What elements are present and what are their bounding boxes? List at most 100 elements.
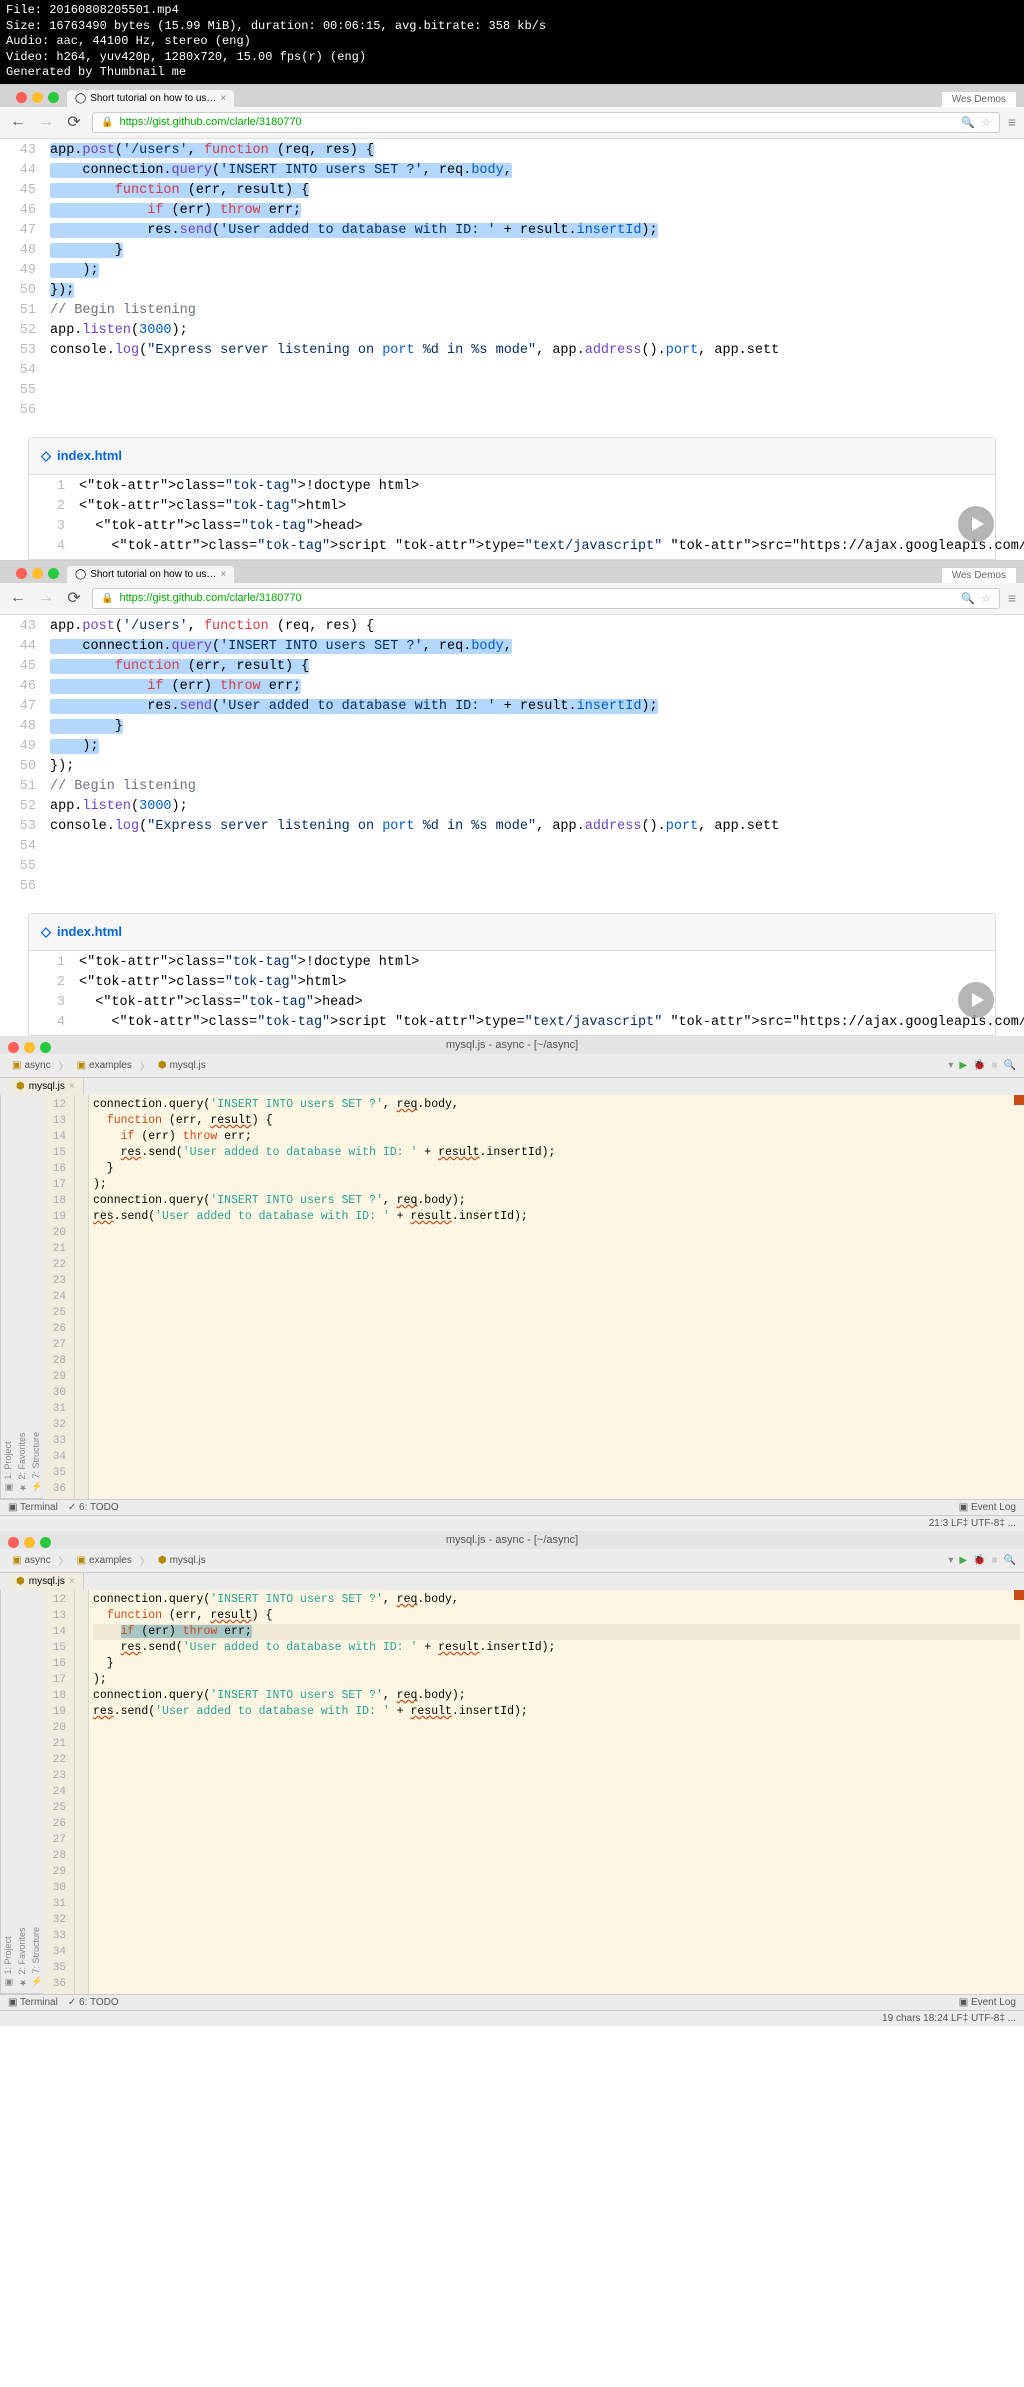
ide-tab[interactable]: ⬢ mysql.js × xyxy=(8,1573,84,1590)
reload-button[interactable]: ⟳ xyxy=(64,588,84,608)
star-icon[interactable]: ☆ xyxy=(981,592,991,605)
stop-icon[interactable]: ■ xyxy=(992,1555,998,1566)
close-window-icon[interactable] xyxy=(16,92,27,103)
code-block-1: 4344454647484950515253545556 app.post('/… xyxy=(0,615,1024,899)
todo-tab[interactable]: ✓ 6: TODO xyxy=(68,1502,119,1513)
window-controls xyxy=(8,88,67,107)
video-metadata-header: File: 20160808205501.mp4 Size: 16763490 … xyxy=(0,0,1024,84)
browser-tab[interactable]: ◯ Short tutorial on how to us… × xyxy=(67,566,234,583)
file-header[interactable]: ◇ index.html xyxy=(28,437,996,475)
js-icon: ⬢ xyxy=(16,1081,25,1092)
menu-icon[interactable]: ≡ xyxy=(1008,590,1016,606)
code-content[interactable]: app.post('/users', function (req, res) {… xyxy=(50,139,1024,423)
play-button[interactable] xyxy=(958,982,994,1018)
code-content[interactable]: <"tok-attr">class="tok-tag">!doctype htm… xyxy=(79,951,1024,1035)
minimize-window-icon[interactable] xyxy=(32,92,43,103)
meta-audio: Audio: aac, 44100 Hz, stereo (eng) xyxy=(6,34,1018,50)
forward-button[interactable]: → xyxy=(36,113,56,131)
code-content[interactable]: app.post('/users', function (req, res) {… xyxy=(50,615,1024,899)
close-tab-icon[interactable]: × xyxy=(220,93,226,104)
error-stripe[interactable] xyxy=(1014,1590,1024,1600)
menu-icon[interactable]: ≡ xyxy=(1008,114,1016,130)
event-log[interactable]: ▣ Event Log xyxy=(959,1502,1016,1513)
ide-code-area[interactable]: connection.query('INSERT INTO users SET … xyxy=(89,1590,1024,1994)
debug-icon[interactable]: 🐞 xyxy=(973,1555,985,1566)
crumb-folder[interactable]: ▣examples xyxy=(73,1059,136,1072)
url-bar: ← → ⟳ 🔒 https://gist.github.com/clarle/3… xyxy=(0,583,1024,615)
folder-icon: ▣ xyxy=(12,1060,21,1071)
status-info: 21:3 LF‡ UTF-8‡ ... xyxy=(929,1518,1016,1529)
bookmarks-label[interactable]: Wes Demos xyxy=(942,92,1016,107)
debug-icon[interactable]: 🐞 xyxy=(973,1060,985,1071)
forward-button[interactable]: → xyxy=(36,589,56,607)
filename: index.html xyxy=(57,448,122,463)
maximize-window-icon[interactable] xyxy=(48,568,59,579)
code-content[interactable]: <"tok-attr">class="tok-tag">!doctype htm… xyxy=(79,475,1024,559)
ide-title-bar: mysql.js - async - [~/async] xyxy=(0,1036,1024,1054)
url-bar: ← → ⟳ 🔒 https://gist.github.com/clarle/3… xyxy=(0,107,1024,139)
status-info: 19 chars 18:24 LF‡ UTF-8‡ ... xyxy=(882,2013,1016,2024)
close-window-icon[interactable] xyxy=(8,1042,19,1053)
ide-editor: ⚡ 7: Structure ★ 2: Favorites ▣ 1: Proje… xyxy=(0,1095,1024,1499)
star-icon[interactable]: ☆ xyxy=(981,116,991,129)
run-icon[interactable]: ▶ xyxy=(959,1060,967,1071)
maximize-window-icon[interactable] xyxy=(40,1042,51,1053)
close-window-icon[interactable] xyxy=(16,568,27,579)
minimize-window-icon[interactable] xyxy=(32,568,43,579)
terminal-tab[interactable]: ▣ Terminal xyxy=(8,1502,58,1513)
search-icon[interactable]: 🔍 xyxy=(961,116,975,129)
js-icon: ⬢ xyxy=(158,1060,167,1071)
structure-tab[interactable]: ⚡ 7: Structure xyxy=(29,1095,43,1499)
minimize-window-icon[interactable] xyxy=(24,1537,35,1548)
folder-icon: ▣ xyxy=(77,1555,86,1566)
ide-tab[interactable]: ⬢ mysql.js × xyxy=(8,1078,84,1095)
event-log[interactable]: ▣ Event Log xyxy=(959,1997,1016,2008)
url-text: https://gist.github.com/clarle/3180770 xyxy=(119,592,301,604)
stop-icon[interactable]: ■ xyxy=(992,1060,998,1071)
folder-icon: ▣ xyxy=(12,1555,21,1566)
address-field[interactable]: 🔒 https://gist.github.com/clarle/3180770… xyxy=(92,588,1000,609)
ide-status-bar: 21:3 LF‡ UTF-8‡ ... xyxy=(0,1515,1024,1531)
back-button[interactable]: ← xyxy=(8,589,28,607)
crumb-project[interactable]: ▣async xyxy=(8,1059,55,1072)
ide-title: mysql.js - async - [~/async] xyxy=(446,1039,578,1051)
close-tab-icon[interactable]: × xyxy=(69,1081,75,1092)
run-dropdown-icon[interactable]: ▾ xyxy=(948,1060,953,1071)
reload-button[interactable]: ⟳ xyxy=(64,112,84,132)
terminal-tab[interactable]: ▣ Terminal xyxy=(8,1997,58,2008)
crumb-file[interactable]: ⬢mysql.js xyxy=(154,1554,210,1567)
maximize-window-icon[interactable] xyxy=(48,92,59,103)
close-tab-icon[interactable]: × xyxy=(69,1576,75,1587)
minimize-window-icon[interactable] xyxy=(24,1042,35,1053)
bookmarks-label[interactable]: Wes Demos xyxy=(942,568,1016,583)
close-window-icon[interactable] xyxy=(8,1537,19,1548)
lock-icon: 🔒 xyxy=(101,117,113,128)
crumb-project[interactable]: ▣async xyxy=(8,1554,55,1567)
structure-tab[interactable]: ⚡ 7: Structure xyxy=(29,1590,43,1994)
search-icon[interactable]: 🔍 xyxy=(961,592,975,605)
ide-code-area[interactable]: connection.query('INSERT INTO users SET … xyxy=(89,1095,1024,1499)
search-icon[interactable]: 🔍 xyxy=(1004,1060,1016,1071)
file-header[interactable]: ◇ index.html xyxy=(28,913,996,951)
search-icon[interactable]: 🔍 xyxy=(1004,1555,1016,1566)
back-button[interactable]: ← xyxy=(8,113,28,131)
github-icon: ◯ xyxy=(75,93,86,104)
todo-tab[interactable]: ✓ 6: TODO xyxy=(68,1997,119,2008)
crumb-file[interactable]: ⬢mysql.js xyxy=(154,1059,210,1072)
run-icon[interactable]: ▶ xyxy=(959,1555,967,1566)
meta-video: Video: h264, yuv420p, 1280x720, 15.00 fp… xyxy=(6,50,1018,66)
project-tab[interactable]: ▣ 1: Project xyxy=(1,1590,15,1994)
browser-tab[interactable]: ◯ Short tutorial on how to us… × xyxy=(67,90,234,107)
maximize-window-icon[interactable] xyxy=(40,1537,51,1548)
error-stripe[interactable] xyxy=(1014,1095,1024,1105)
address-field[interactable]: 🔒 https://gist.github.com/clarle/3180770… xyxy=(92,112,1000,133)
favorites-tab[interactable]: ★ 2: Favorites xyxy=(15,1590,29,1994)
favorites-tab[interactable]: ★ 2: Favorites xyxy=(15,1095,29,1499)
code-block-2: 1234 <"tok-attr">class="tok-tag">!doctyp… xyxy=(28,475,996,560)
meta-size: Size: 16763490 bytes (15.99 MiB), durati… xyxy=(6,19,1018,35)
project-tab[interactable]: ▣ 1: Project xyxy=(1,1095,15,1499)
run-dropdown-icon[interactable]: ▾ xyxy=(948,1555,953,1566)
crumb-folder[interactable]: ▣examples xyxy=(73,1554,136,1567)
close-tab-icon[interactable]: × xyxy=(220,569,226,580)
play-button[interactable] xyxy=(958,506,994,542)
